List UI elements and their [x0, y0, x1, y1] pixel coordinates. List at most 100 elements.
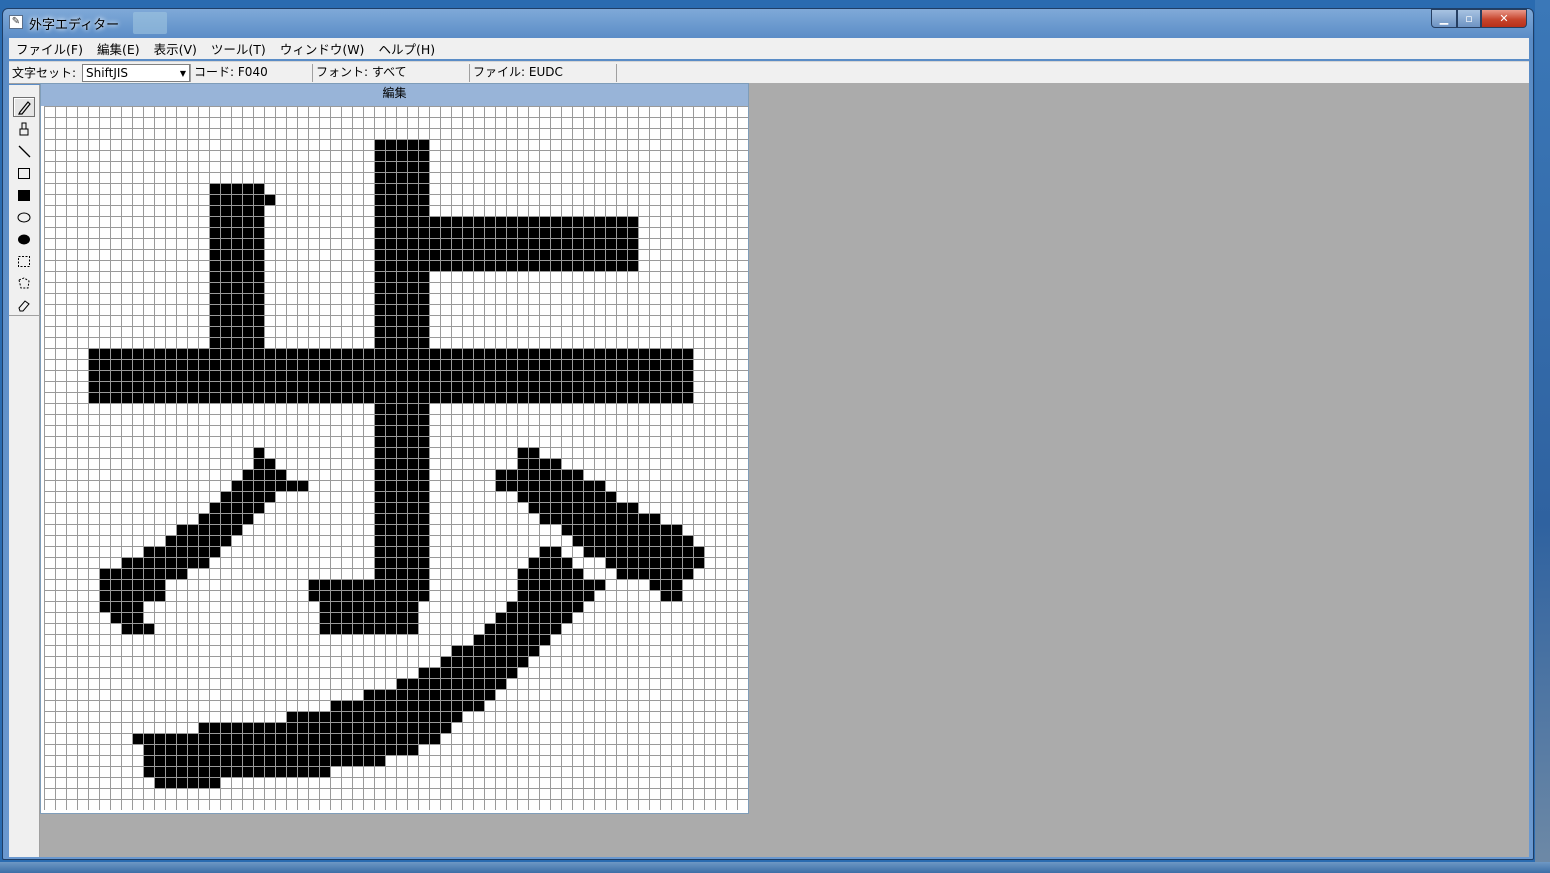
glyph-pixel-run — [374, 172, 429, 183]
mdi-client-area: 編集 — [40, 83, 1529, 857]
glyph-pixel-run — [539, 513, 660, 524]
glyph-pixel-run — [374, 480, 429, 491]
charset-label: 文字セット: — [12, 66, 77, 80]
glyph-pixel-run — [209, 238, 264, 249]
edit-window-caption[interactable]: 編集 — [41, 84, 748, 106]
code-field: コード: F040 — [190, 63, 312, 82]
taskbar — [0, 862, 1550, 873]
menu-edit[interactable]: 編集(E) — [90, 39, 147, 58]
glyph-pixel-run — [374, 502, 429, 513]
glyph-pixel-run — [88, 392, 693, 403]
glyph-pixel-run — [572, 535, 693, 546]
ellipse-outline-icon — [17, 212, 31, 223]
glyph-pixel-run — [209, 315, 264, 326]
glyph-edit-grid[interactable] — [44, 106, 748, 810]
eraser-icon — [18, 300, 30, 312]
tool-rect-select[interactable] — [13, 251, 35, 271]
glyph-pixel-run — [374, 183, 429, 194]
menu-window[interactable]: ウィンドウ(W) — [273, 39, 372, 58]
rectangle-outline-icon — [18, 168, 30, 179]
edit-window[interactable]: 編集 — [40, 83, 749, 814]
file-field: ファイル: EUDC — [469, 63, 618, 82]
glyph-pixel-run — [374, 293, 429, 304]
tool-rectangle-outline[interactable] — [13, 163, 35, 183]
glyph-pixel-run — [209, 249, 264, 260]
glyph-pixel-run — [374, 337, 429, 348]
tool-brush[interactable] — [13, 119, 35, 139]
glyph-pixel-run — [88, 370, 693, 381]
glyph-pixel-run — [121, 623, 154, 634]
glyph-pixel-run — [374, 491, 429, 502]
brush-icon — [19, 122, 29, 136]
glyph-pixel-run — [198, 513, 253, 524]
glyph-pixel-run — [209, 260, 264, 271]
tool-freeform-select[interactable] — [13, 273, 35, 293]
app-window: ✎ 外字エディター ▁ ▫ ✕ ファイル(F) 編集(E) 表示(V) ツール(… — [2, 8, 1534, 860]
glyph-pixel-run — [374, 458, 429, 469]
tool-ellipse-filled[interactable] — [13, 229, 35, 249]
menu-tools[interactable]: ツール(T) — [204, 39, 273, 58]
ellipse-filled-icon — [18, 234, 30, 245]
title-bar[interactable]: ✎ 外字エディター ▁ ▫ ✕ — [3, 9, 1533, 37]
glyph-pixel-run — [209, 227, 264, 238]
glyph-pixel-run — [88, 359, 693, 370]
desktop-background — [1535, 0, 1550, 873]
glyph-pixel-run — [198, 722, 451, 733]
minimize-button[interactable]: ▁ — [1431, 9, 1457, 28]
glyph-pixel-run — [374, 139, 429, 150]
toolbar: 文字セット: ShiftJIS ▼ コード: F040 フォント: すべて ファ… — [9, 61, 1529, 84]
glyph-pixel-run — [88, 348, 693, 359]
tool-palette — [9, 85, 40, 857]
tool-eraser[interactable] — [13, 295, 35, 315]
glyph-pixel-run — [561, 524, 682, 535]
close-button[interactable]: ✕ — [1481, 9, 1527, 28]
glyph-pixel-run — [374, 557, 429, 568]
tool-rectangle-filled[interactable] — [13, 185, 35, 205]
glyph-pixel-run — [374, 326, 429, 337]
glyph-pixel-run — [374, 568, 429, 579]
maximize-button[interactable]: ▫ — [1457, 9, 1481, 28]
glyph-pixel-run — [209, 293, 264, 304]
glyph-pixel-run — [374, 535, 429, 546]
freeform-select-icon — [18, 277, 30, 289]
tool-ellipse-outline[interactable] — [13, 207, 35, 227]
glyph-pixel-run — [374, 469, 429, 480]
rect-select-icon — [18, 256, 30, 267]
glyph-pixel-run — [374, 304, 429, 315]
glyph-pixel-run — [374, 447, 429, 458]
glyph-pixel-run — [319, 612, 418, 623]
glyph-pixel-run — [374, 436, 429, 447]
charset-dropdown[interactable]: ShiftJIS ▼ — [82, 63, 191, 82]
menu-view[interactable]: 表示(V) — [147, 39, 204, 58]
glyph-pixel-run — [374, 150, 429, 161]
glyph-pixel-run — [308, 579, 429, 590]
glyph-pixel-run — [517, 491, 616, 502]
chevron-down-icon[interactable]: ▼ — [180, 65, 186, 82]
glyph-pixel-run — [319, 623, 418, 634]
glyph-pixel-run — [418, 667, 517, 678]
tool-pencil[interactable] — [13, 97, 35, 117]
tool-line[interactable] — [13, 141, 35, 161]
glyph-pixel-run — [209, 304, 264, 315]
font-field: フォント: すべて — [312, 63, 469, 82]
menu-file[interactable]: ファイル(F) — [9, 39, 90, 58]
rectangle-filled-icon — [18, 190, 30, 201]
app-icon[interactable]: ✎ — [9, 15, 23, 29]
glyph-pixel-run — [374, 315, 429, 326]
glyph-pixel-run — [209, 502, 264, 513]
glyph-pixel-run — [209, 183, 264, 194]
glyph-pixel-run — [374, 524, 429, 535]
glyph-pixel-run — [143, 744, 418, 755]
glyph-pixel-run — [220, 491, 275, 502]
glyph-pixel-run — [143, 766, 330, 777]
pencil-icon — [18, 101, 31, 115]
glyph-pixel-run — [605, 557, 704, 568]
glyph-pixel-run — [209, 282, 264, 293]
menu-help[interactable]: ヘルプ(H) — [371, 39, 442, 58]
charset-value: ShiftJIS — [86, 65, 129, 80]
glyph-pixel-run — [209, 337, 264, 348]
title-decoration — [133, 12, 167, 34]
glyph-pixel-run — [209, 216, 264, 227]
glyph-pixel-run — [374, 403, 429, 414]
window-title: 外字エディター — [29, 18, 120, 33]
